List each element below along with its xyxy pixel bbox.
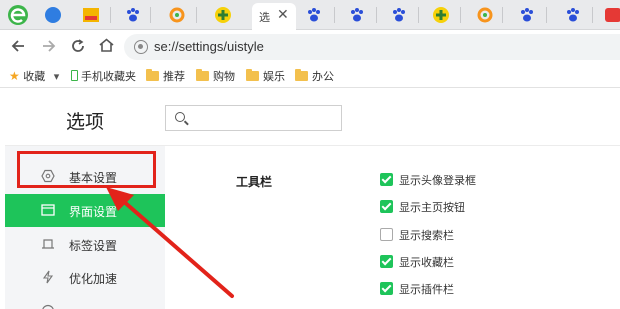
search-icon: [175, 112, 185, 122]
tab-icon: [42, 239, 54, 249]
checkbox-checked[interactable]: [380, 200, 393, 213]
checkbox-unchecked[interactable]: [380, 228, 393, 241]
window-icon: [41, 204, 55, 216]
folder-icon: [246, 69, 259, 81]
tab-separator: [418, 7, 419, 23]
tab-separator: [150, 7, 151, 23]
reload-icon[interactable]: [70, 38, 86, 54]
home-icon[interactable]: [98, 37, 115, 54]
folder-icon: [146, 69, 159, 81]
tab-separator: [592, 7, 593, 23]
tab-separator: [502, 7, 503, 23]
phone-icon: [71, 70, 78, 81]
paw-icon[interactable]: [348, 6, 366, 24]
bookmark-mobile-favorites[interactable]: 手机收藏夹: [71, 68, 136, 84]
sidebar-item-optimize[interactable]: 优化加速: [5, 261, 165, 294]
forward-arrow-icon[interactable]: [41, 38, 57, 54]
page-title: 选项: [66, 111, 105, 133]
address-bar[interactable]: se://settings/uistyle: [124, 34, 620, 60]
bookmark-folder-entertainment[interactable]: 娱乐: [246, 68, 285, 84]
folder-icon: [196, 69, 209, 81]
checkbox-checked[interactable]: [380, 255, 393, 268]
bookmarks-bar: ★ 收藏 ▾ 手机收藏夹 推荐 购物 娱乐 办公: [0, 62, 620, 88]
address-url[interactable]: se://settings/uistyle: [154, 39, 264, 54]
compass-icon[interactable]: [44, 6, 62, 24]
bookmark-folder-office[interactable]: 办公: [295, 68, 334, 84]
checkbox-checked[interactable]: [380, 173, 393, 186]
sidebar-item-label: 优化加速: [69, 272, 118, 286]
bookmark-folder-recommend[interactable]: 推荐: [146, 68, 185, 84]
option-label: 显示插件栏: [399, 283, 454, 296]
bookmark-label: 推荐: [163, 70, 185, 83]
option-label: 显示搜索栏: [399, 229, 454, 242]
option-label: 显示主页按钮: [399, 201, 465, 214]
bookmark-label: 手机收藏夹: [81, 70, 136, 83]
option-label: 显示头像登录框: [399, 174, 476, 187]
tab-separator: [460, 7, 461, 23]
settings-search-input[interactable]: [165, 105, 342, 131]
plus-badge-icon[interactable]: [432, 6, 450, 24]
navigation-toolbar: se://settings/uistyle: [0, 31, 620, 62]
sidebar-item-partial[interactable]: [5, 295, 165, 309]
paw-icon[interactable]: [518, 6, 536, 24]
bookmark-label: 娱乐: [263, 70, 285, 83]
tab-separator: [546, 7, 547, 23]
sidebar-item-label: 界面设置: [69, 205, 118, 219]
orange-ring-icon[interactable]: [168, 6, 186, 24]
bookmark-label: 购物: [213, 70, 235, 83]
tab-separator: [110, 7, 111, 23]
lightning-icon: [42, 270, 54, 284]
tab-separator: [376, 7, 377, 23]
paw-icon[interactable]: [564, 6, 582, 24]
tab-separator: [334, 7, 335, 23]
site-info-icon[interactable]: [134, 40, 148, 54]
sidebar-item-tabs[interactable]: 标签设置: [5, 228, 165, 261]
settings-header: 选项: [5, 89, 620, 146]
checkbox-checked[interactable]: [380, 282, 393, 295]
active-tab[interactable]: 选 ✕: [252, 3, 296, 30]
favorites-menu[interactable]: ★ 收藏 ▾: [9, 68, 59, 84]
tab-strip: 选 ✕: [0, 0, 620, 30]
annotation-highlight-box: [17, 151, 156, 188]
toolbar-section-title: 工具栏: [236, 175, 273, 189]
back-arrow-icon[interactable]: [10, 38, 26, 54]
settings-page: 选项 基本设置 界面设置 标签设置 优化加速 工具栏 显示头像登录框 显示主页按…: [0, 89, 620, 309]
paw-icon[interactable]: [390, 6, 408, 24]
option-label: 显示收藏栏: [399, 256, 454, 269]
favorites-label: 收藏: [23, 70, 46, 83]
close-icon[interactable]: ✕: [277, 7, 289, 23]
browser-logo-icon[interactable]: [6, 3, 30, 27]
orange-ring-icon[interactable]: [476, 6, 494, 24]
tab-title: 选: [259, 11, 270, 24]
sidebar-item-interface[interactable]: 界面设置: [5, 194, 165, 227]
chevron-down-icon: ▾: [53, 70, 60, 83]
sidebar-item-label: 标签设置: [69, 239, 118, 253]
paw-icon[interactable]: [305, 6, 323, 24]
site-2345-icon[interactable]: [82, 6, 100, 24]
star-icon: ★: [9, 69, 20, 83]
paw-icon[interactable]: [124, 6, 142, 24]
tab-separator: [196, 7, 197, 23]
folder-icon: [295, 69, 308, 81]
circle-icon: [42, 304, 54, 309]
plus-badge-icon[interactable]: [214, 6, 232, 24]
red-app-icon[interactable]: [604, 6, 620, 24]
bookmark-label: 办公: [312, 70, 334, 83]
bookmark-folder-shopping[interactable]: 购物: [196, 68, 235, 84]
